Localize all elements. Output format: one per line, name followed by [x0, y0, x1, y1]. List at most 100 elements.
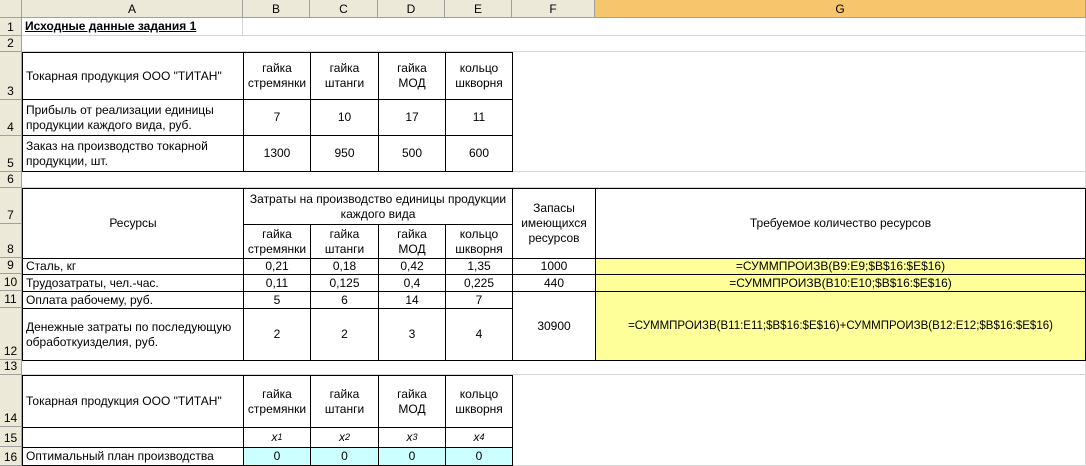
row-header-7[interactable]: 7 — [0, 188, 22, 224]
cell-a12[interactable]: Денежные затраты по последующую обработк… — [22, 308, 244, 361]
cell-c10[interactable]: 0,125 — [310, 274, 379, 292]
cell-c11[interactable]: 6 — [310, 291, 379, 309]
cell-a5[interactable]: Заказ на производство токарной продукции… — [22, 135, 244, 172]
cell-c9[interactable]: 0,18 — [310, 258, 379, 275]
cell-c5[interactable]: 950 — [310, 135, 379, 172]
cell-f7-stocks[interactable]: Запасы имеющихся ресурсов — [512, 188, 596, 259]
empty-block-f14-g16[interactable] — [512, 375, 1086, 466]
cell-a1-title[interactable]: Исходные данные задания 1 — [22, 18, 243, 36]
cell-d5[interactable]: 500 — [378, 135, 446, 172]
cell-f9[interactable]: 1000 — [512, 258, 596, 275]
cell-b5[interactable]: 1300 — [243, 135, 311, 172]
row-header-2[interactable]: 2 — [0, 36, 22, 52]
cell-c8[interactable]: гайка штанги — [310, 224, 379, 259]
cell-b3[interactable]: гайка стремянки — [243, 52, 311, 100]
cell-d10[interactable]: 0,4 — [378, 274, 446, 292]
cell-a10[interactable]: Трудозатраты, чел.-час. — [22, 274, 244, 292]
cell-b16[interactable]: 0 — [243, 447, 311, 466]
row-header-10[interactable]: 10 — [0, 274, 22, 291]
empty-row-2[interactable] — [22, 36, 1086, 52]
var-index: 3 — [412, 432, 418, 442]
cell-b9[interactable]: 0,21 — [243, 258, 311, 275]
row-header-6[interactable]: 6 — [0, 172, 22, 188]
cell-d16[interactable]: 0 — [378, 447, 446, 466]
cell-d8[interactable]: гайка МОД — [378, 224, 446, 259]
cell-a9[interactable]: Сталь, кг — [22, 258, 244, 275]
cell-e14[interactable]: кольцо шкворня — [445, 375, 513, 428]
row-header-1[interactable]: 1 — [0, 18, 22, 36]
cell-d11[interactable]: 14 — [378, 291, 446, 309]
empty-row-13[interactable] — [22, 360, 1086, 375]
empty-row-1-rest[interactable] — [243, 18, 1086, 36]
select-all-corner[interactable] — [0, 0, 22, 18]
row-header-5[interactable]: 5 — [0, 136, 22, 172]
cell-b10[interactable]: 0,11 — [243, 274, 311, 292]
cell-g7-required[interactable]: Требуемое количество ресурсов — [595, 188, 1086, 259]
cell-d9[interactable]: 0,42 — [378, 258, 446, 275]
cell-a16[interactable]: Оптимальный план производства — [22, 447, 244, 466]
row-header-8[interactable]: 8 — [0, 224, 22, 258]
cell-d14[interactable]: гайка МОД — [378, 375, 446, 428]
row-header-11[interactable]: 11 — [0, 291, 22, 308]
cell-e5[interactable]: 600 — [445, 135, 513, 172]
cell-b7-costs-header[interactable]: Затраты на производство единицы продукци… — [243, 188, 513, 225]
empty-block-f3-g5[interactable] — [512, 52, 1086, 172]
cell-a11[interactable]: Оплата рабочему, руб. — [22, 291, 244, 309]
var-index: 1 — [277, 432, 283, 442]
cell-a14[interactable]: Токарная продукция ООО "ТИТАН" — [22, 375, 244, 428]
cell-e3[interactable]: кольцо шкворня — [445, 52, 513, 100]
cell-b4[interactable]: 7 — [243, 99, 311, 136]
cell-e8[interactable]: кольцо шкворня — [445, 224, 513, 259]
row-header-14[interactable]: 14 — [0, 375, 22, 427]
cell-f11-merged[interactable]: 30900 — [512, 291, 596, 361]
row-header-4[interactable]: 4 — [0, 100, 22, 136]
cell-a15[interactable] — [22, 427, 244, 448]
row-header-9[interactable]: 9 — [0, 258, 22, 274]
cell-e9[interactable]: 1,35 — [445, 258, 513, 275]
cell-a3[interactable]: Токарная продукция ООО "ТИТАН" — [22, 52, 244, 100]
cell-b11[interactable]: 5 — [243, 291, 311, 309]
spreadsheet: A B C D E F G 1 2 3 4 5 6 7 8 9 10 11 12… — [0, 0, 1086, 466]
cell-e16[interactable]: 0 — [445, 447, 513, 466]
cell-c16[interactable]: 0 — [310, 447, 379, 466]
cell-a4[interactable]: Прибыль от реализации единицы продукции … — [22, 99, 244, 136]
cell-c14[interactable]: гайка штанги — [310, 375, 379, 428]
col-header-g[interactable]: G — [595, 0, 1086, 18]
cell-e10[interactable]: 0,225 — [445, 274, 513, 292]
cell-b15-x1[interactable]: x1 — [243, 427, 311, 448]
col-header-c[interactable]: C — [310, 0, 378, 18]
cell-b12[interactable]: 2 — [243, 308, 311, 361]
col-header-a[interactable]: A — [22, 0, 243, 18]
cell-e11[interactable]: 7 — [445, 291, 513, 309]
cell-d3[interactable]: гайка МОД — [378, 52, 446, 100]
row-header-16[interactable]: 16 — [0, 447, 22, 466]
row-header-12[interactable]: 12 — [0, 308, 22, 360]
col-header-d[interactable]: D — [378, 0, 445, 18]
cell-g10-formula[interactable]: =СУММПРОИЗВ(B10:E10;$B$16:$E$16) — [595, 274, 1086, 292]
cell-b8[interactable]: гайка стремянки — [243, 224, 311, 259]
col-header-e[interactable]: E — [445, 0, 512, 18]
cell-d12[interactable]: 3 — [378, 308, 446, 361]
cell-f10[interactable]: 440 — [512, 274, 596, 292]
cell-g11-formula[interactable]: =СУММПРОИЗВ(B11:E11;$B$16:$E$16)+СУММПРО… — [595, 291, 1086, 361]
row-header-13[interactable]: 13 — [0, 359, 22, 375]
cell-b14[interactable]: гайка стремянки — [243, 375, 311, 428]
cell-e15-x4[interactable]: x4 — [445, 427, 513, 448]
row-header-15[interactable]: 15 — [0, 427, 22, 447]
col-header-b[interactable]: B — [243, 0, 310, 18]
row-header-3[interactable]: 3 — [0, 52, 22, 100]
cell-d4[interactable]: 17 — [378, 99, 446, 136]
var-index: 4 — [479, 432, 485, 442]
cell-a7-resources[interactable]: Ресурсы — [22, 188, 244, 259]
cell-e4[interactable]: 11 — [445, 99, 513, 136]
cell-d15-x3[interactable]: x3 — [378, 427, 446, 448]
cell-c12[interactable]: 2 — [310, 308, 379, 361]
var-index: 2 — [344, 432, 350, 442]
cell-c3[interactable]: гайка штанги — [310, 52, 379, 100]
cell-c4[interactable]: 10 — [310, 99, 379, 136]
cell-c15-x2[interactable]: x2 — [310, 427, 379, 448]
cell-g9-formula[interactable]: =СУММПРОИЗВ(B9:E9;$B$16:$E$16) — [595, 258, 1086, 275]
empty-row-6[interactable] — [22, 172, 1086, 188]
cell-e12[interactable]: 4 — [445, 308, 513, 361]
col-header-f[interactable]: F — [512, 0, 595, 18]
